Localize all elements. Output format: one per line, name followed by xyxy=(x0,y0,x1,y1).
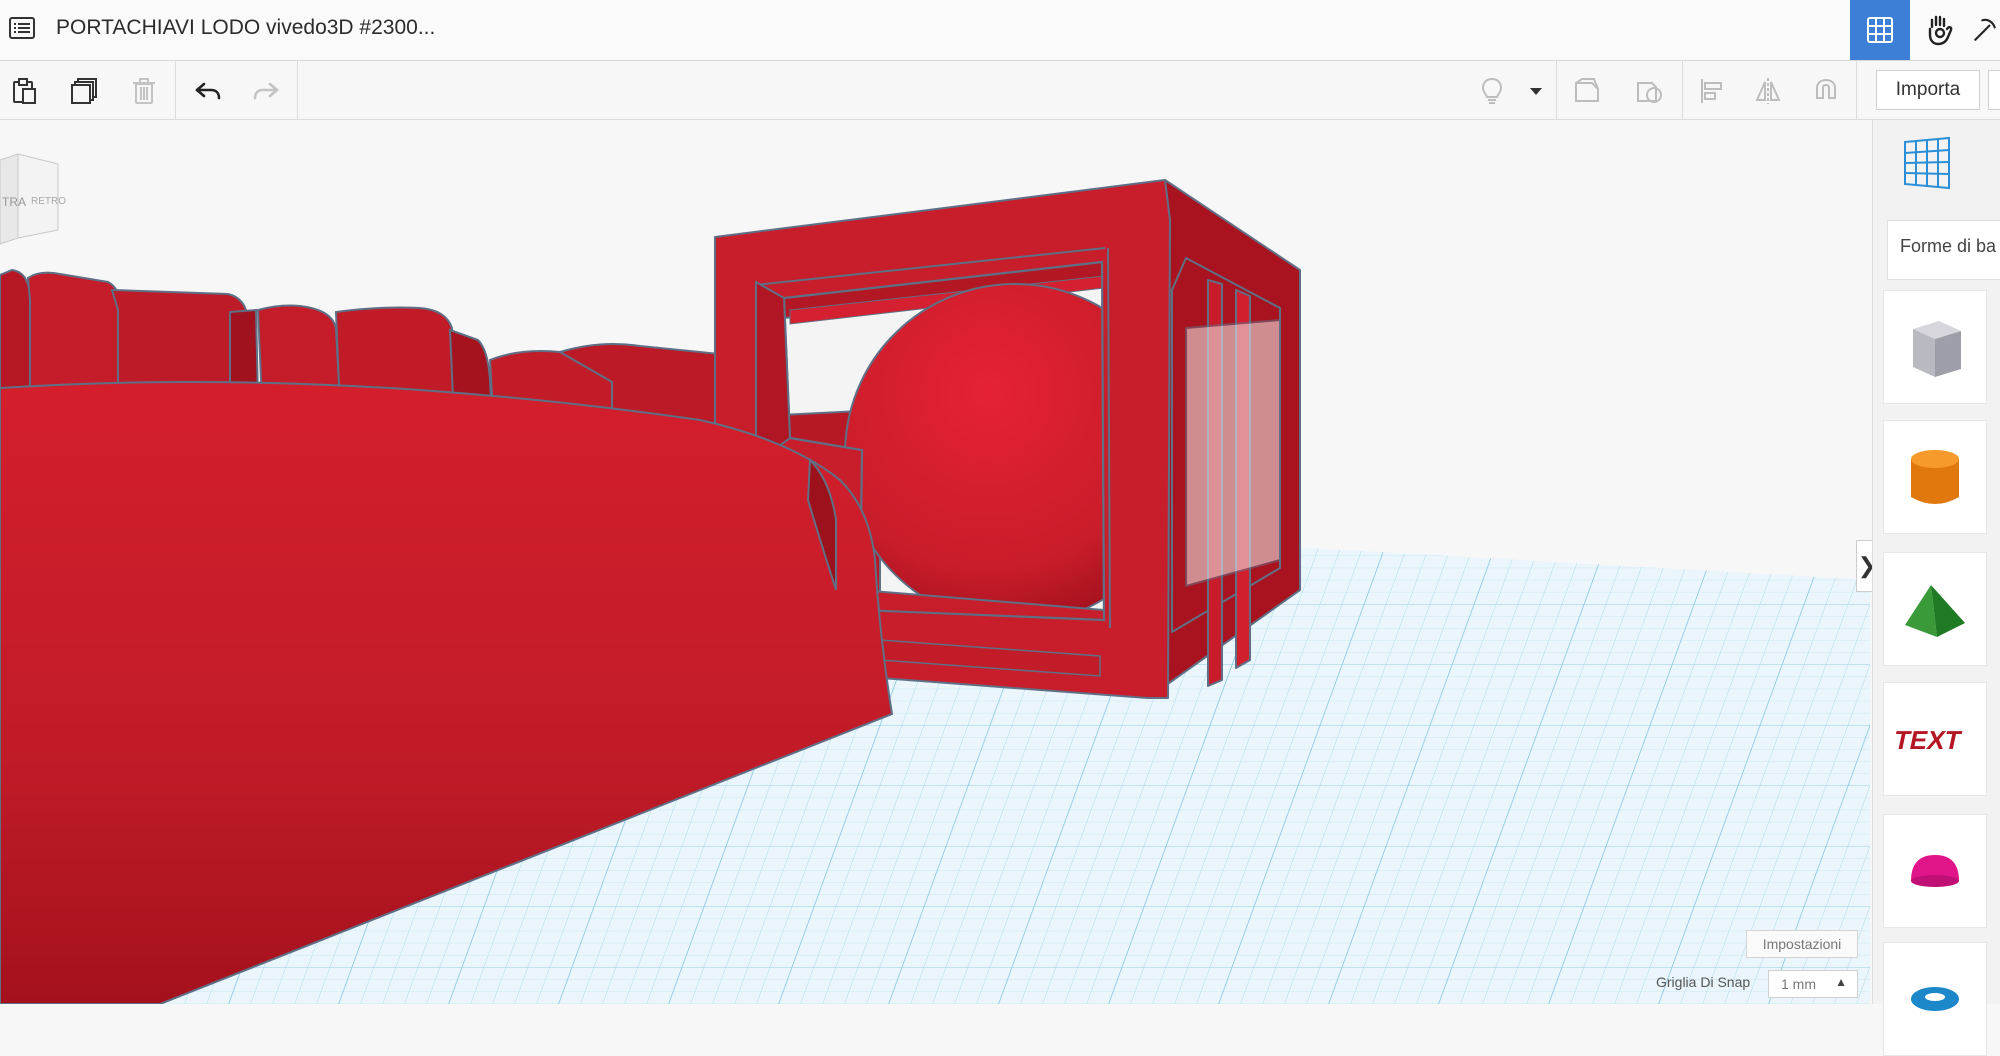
redo-icon[interactable] xyxy=(246,71,286,111)
half-sphere-icon xyxy=(1911,855,1959,887)
align-icon[interactable] xyxy=(1692,71,1732,111)
dropdown-arrow-icon[interactable] xyxy=(1518,71,1554,111)
workplane-grid-icon[interactable] xyxy=(1899,136,1955,192)
design-title[interactable]: PORTACHIAVI LODO vivedo3D #2300... xyxy=(56,16,435,40)
toolbar-divider xyxy=(1856,61,1857,119)
ungroup-icon[interactable] xyxy=(1630,71,1670,111)
toolbar-divider xyxy=(1556,61,1557,119)
snap-grid-select[interactable]: 1 mm ▲ xyxy=(1768,970,1858,998)
view-switcher xyxy=(1850,0,2000,60)
pickaxe-icon[interactable] xyxy=(1970,0,2000,60)
text-shape-label: TEXT xyxy=(1893,725,1964,755)
toolbar-divider xyxy=(297,61,298,119)
hand-tool-icon[interactable] xyxy=(1910,0,1970,60)
list-icon[interactable] xyxy=(8,14,36,42)
3d-viewport[interactable]: TRA RETRO xyxy=(0,120,1870,1004)
chevron-up-icon: ▲ xyxy=(1835,975,1847,989)
trash-icon[interactable] xyxy=(124,71,164,111)
torus-shape-tile[interactable] xyxy=(1883,942,1987,1056)
toolbar-divider xyxy=(175,61,176,119)
export-button[interactable] xyxy=(1988,70,2000,110)
box-shape-tile[interactable] xyxy=(1883,290,1987,404)
top-bar: PORTACHIAVI LODO vivedo3D #2300... xyxy=(0,0,2000,61)
group-icon[interactable] xyxy=(1568,71,1608,111)
shapes-panel: Forme di ba TEXT xyxy=(1872,120,2000,1056)
roof-shape-tile[interactable] xyxy=(1883,552,1987,666)
cylinder-icon xyxy=(1911,450,1959,504)
import-button[interactable]: Importa xyxy=(1876,70,1980,110)
magnet-icon[interactable] xyxy=(1806,71,1846,111)
grid-view-icon[interactable] xyxy=(1850,0,1910,60)
edit-toolbar xyxy=(0,61,2000,120)
duplicate-icon[interactable] xyxy=(64,71,104,111)
text-icon: TEXT xyxy=(1893,725,1964,755)
snap-grid-label: Griglia Di Snap xyxy=(1656,974,1751,990)
viewcube-label: TRA xyxy=(2,195,26,209)
undo-icon[interactable] xyxy=(188,71,228,111)
half-sphere-shape-tile[interactable] xyxy=(1883,814,1987,928)
viewcube-label: RETRO xyxy=(31,196,66,207)
box-icon xyxy=(1913,321,1961,377)
paste-icon[interactable] xyxy=(4,71,44,111)
roof-icon xyxy=(1905,585,1965,637)
torus-icon xyxy=(1911,987,1959,1011)
toolbar-divider xyxy=(1682,61,1683,119)
light-bulb-icon[interactable] xyxy=(1472,71,1512,111)
cylinder-shape-tile[interactable] xyxy=(1883,420,1987,534)
text-shape-tile[interactable]: TEXT xyxy=(1883,682,1987,796)
shape-category-select[interactable]: Forme di ba xyxy=(1887,220,2000,280)
settings-button[interactable]: Impostazioni xyxy=(1746,930,1858,958)
viewcube[interactable]: TRA RETRO xyxy=(0,153,66,245)
mirror-icon[interactable] xyxy=(1748,71,1788,111)
snap-grid-value: 1 mm xyxy=(1781,976,1816,992)
